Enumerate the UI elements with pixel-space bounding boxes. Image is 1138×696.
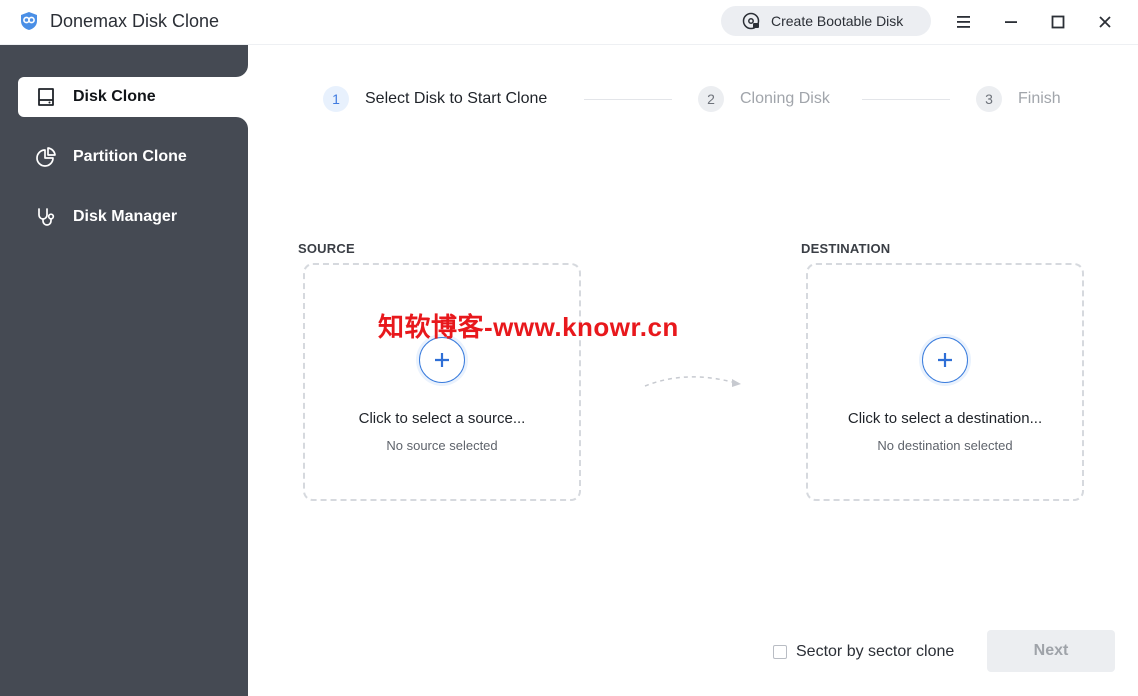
step-connector	[862, 99, 950, 100]
step-1: 1 Select Disk to Start Clone	[323, 86, 547, 112]
source-title: SOURCE	[298, 241, 355, 256]
destination-prompt: Click to select a destination...	[847, 410, 1043, 427]
next-button[interactable]: Next	[987, 630, 1115, 672]
sidebar-item-disk-manager[interactable]: Disk Manager	[18, 197, 248, 237]
step-connector	[584, 99, 672, 100]
minimize-button[interactable]	[999, 10, 1023, 34]
plus-icon	[938, 353, 952, 367]
menu-icon	[957, 16, 970, 28]
app-logo-icon	[17, 9, 41, 33]
step-number: 3	[976, 86, 1002, 112]
add-destination-button[interactable]	[922, 337, 968, 383]
create-bootable-disk-button[interactable]: Create Bootable Disk	[721, 6, 931, 36]
sidebar-item-partition-clone[interactable]: Partition Clone	[18, 137, 248, 177]
step-label: Cloning Disk	[740, 90, 830, 107]
destination-title: DESTINATION	[801, 241, 891, 256]
step-label: Select Disk to Start Clone	[365, 90, 548, 107]
sector-by-sector-option[interactable]: Sector by sector clone	[773, 643, 954, 661]
menu-button[interactable]	[952, 10, 976, 34]
step-number: 1	[323, 86, 349, 112]
step-label: Finish	[1018, 90, 1061, 107]
watermark-text: 知软博客-www.knowr.cn	[378, 312, 679, 342]
disc-icon	[741, 11, 761, 31]
close-button[interactable]	[1093, 10, 1117, 34]
source-prompt: Click to select a source...	[358, 410, 526, 427]
sector-by-sector-label: Sector by sector clone	[796, 643, 955, 660]
sidebar-item-disk-clone[interactable]: Disk Clone	[18, 77, 248, 117]
plus-icon	[435, 353, 449, 367]
source-status: No source selected	[386, 438, 498, 453]
close-icon	[1099, 16, 1111, 28]
app-title: Donemax Disk Clone	[50, 11, 220, 31]
sector-by-sector-checkbox[interactable]	[773, 645, 787, 659]
clone-direction-arrow-icon	[644, 376, 741, 387]
maximize-icon	[1051, 15, 1065, 29]
step-number: 2	[698, 86, 724, 112]
active-tab-curve	[228, 117, 248, 137]
pie-chart-icon	[34, 145, 58, 169]
minimize-icon	[1005, 21, 1017, 23]
create-bootable-disk-label: Create Bootable Disk	[771, 13, 904, 29]
active-tab-curve	[228, 57, 248, 77]
title-bar: Donemax Disk Clone Create Bootable Disk	[0, 0, 1138, 45]
source-drop-zone[interactable]: Click to select a source... No source se…	[303, 263, 581, 501]
destination-status: No destination selected	[877, 438, 1013, 453]
step-2: 2 Cloning Disk	[698, 86, 830, 112]
hard-drive-icon	[34, 85, 58, 109]
sidebar-item-label: Partition Clone	[73, 148, 187, 165]
sidebar-item-label: Disk Manager	[73, 208, 178, 225]
maximize-button[interactable]	[1046, 10, 1070, 34]
sidebar-item-label: Disk Clone	[73, 88, 156, 105]
stethoscope-icon	[34, 205, 58, 229]
step-3: 3 Finish	[976, 86, 1061, 112]
destination-drop-zone[interactable]: Click to select a destination... No dest…	[806, 263, 1084, 501]
